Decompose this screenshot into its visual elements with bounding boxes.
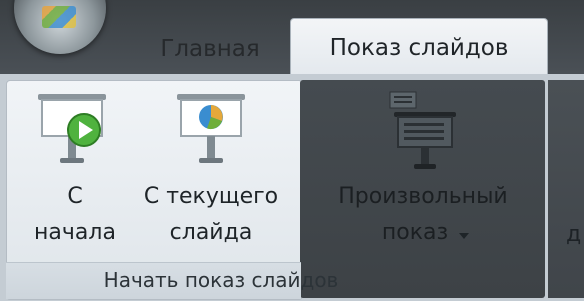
from-start-label-2: начала — [34, 220, 116, 245]
custom-show-label-1: Произвольный — [338, 184, 508, 209]
group-label: Начать показ слайдов — [103, 268, 339, 292]
office-logo-icon — [42, 6, 76, 28]
from-current-label-2: слайда — [169, 220, 253, 245]
custom-show-label-2: показ — [381, 220, 449, 245]
next-group-partial-label: д — [566, 222, 582, 247]
from-current-slide-button[interactable]: С текущего слайда — [134, 90, 288, 260]
custom-show-button[interactable]: Произвольный показ — [318, 90, 528, 260]
from-start-button[interactable]: С начала — [20, 90, 130, 260]
tab-home[interactable]: Главная — [150, 24, 270, 74]
projector-list-icon — [389, 91, 456, 169]
projector-play-icon — [38, 94, 106, 163]
ribbon-tab-bar: Главная Показ слайдов — [0, 0, 584, 75]
from-current-label-1: С текущего — [143, 184, 279, 209]
dropdown-arrow-icon[interactable] — [458, 232, 470, 240]
next-group — [548, 80, 584, 298]
tab-slideshow[interactable]: Показ слайдов — [290, 18, 548, 75]
from-start-label-1: С — [67, 184, 83, 209]
projector-chart-icon — [177, 94, 245, 163]
office-button[interactable] — [14, 0, 106, 54]
